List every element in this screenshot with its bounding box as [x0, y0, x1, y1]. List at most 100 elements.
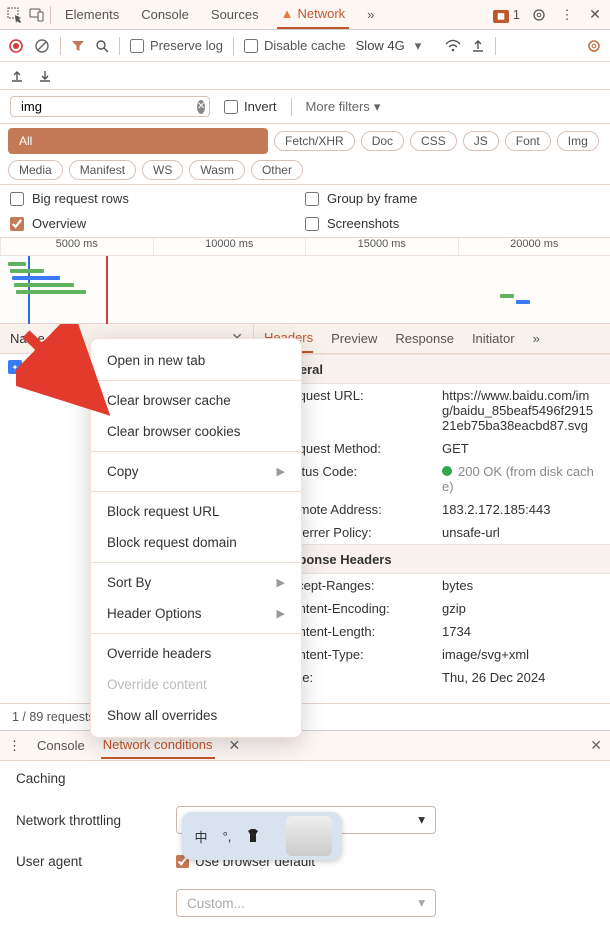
type-js[interactable]: JS	[463, 131, 499, 151]
preserve-log-checkbox[interactable]: Preserve log	[130, 38, 223, 53]
type-font[interactable]: Font	[505, 131, 551, 151]
dtab-response[interactable]: Response	[395, 325, 454, 352]
divider	[495, 37, 496, 55]
gear-icon[interactable]	[530, 6, 548, 24]
type-css[interactable]: CSS	[410, 131, 457, 151]
record-icon[interactable]	[8, 38, 24, 54]
invert-checkbox[interactable]: Invert	[224, 99, 277, 114]
type-manifest[interactable]: Manifest	[69, 160, 136, 180]
req-bar	[500, 294, 514, 298]
chevron-right-icon: ▶	[277, 576, 285, 589]
close-drawer-icon[interactable]: ✕	[590, 737, 602, 754]
kebab-icon[interactable]: ⋮	[8, 738, 21, 754]
clear-filter-icon[interactable]: ✕	[197, 100, 205, 114]
device-icon[interactable]	[28, 6, 46, 24]
screenshots-checkbox[interactable]: Screenshots	[305, 216, 600, 231]
ime-lang-icon[interactable]: 中	[192, 827, 210, 845]
cm-copy[interactable]: Copy▶	[91, 456, 301, 487]
close-tab-icon[interactable]: ✕	[229, 737, 241, 754]
separator	[91, 633, 301, 634]
filter-input-box[interactable]: ✕	[10, 96, 210, 117]
type-all[interactable]: All	[8, 128, 268, 154]
error-badge[interactable]: ◼ 1	[493, 7, 520, 22]
filter-input[interactable]	[21, 99, 197, 114]
tab-network[interactable]: ▲Network	[277, 0, 350, 29]
type-wasm[interactable]: Wasm	[189, 160, 245, 180]
k: Content-Encoding:	[282, 601, 442, 616]
general-section[interactable]: ▾General	[254, 354, 610, 384]
cm-clear-cookies[interactable]: Clear browser cookies	[91, 416, 301, 447]
dtab-preview[interactable]: Preview	[331, 325, 377, 352]
dtab-overflow[interactable]: »	[533, 325, 540, 352]
tab-elements[interactable]: Elements	[61, 0, 123, 29]
k: Accept-Ranges:	[282, 578, 442, 593]
devtools-topbar: Elements Console Sources ▲Network » ◼ 1 …	[0, 0, 610, 30]
type-img[interactable]: Img	[557, 131, 599, 151]
cm-clear-cache[interactable]: Clear browser cache	[91, 385, 301, 416]
close-icon[interactable]: ✕	[586, 6, 604, 24]
cm-show-overrides[interactable]: Show all overrides	[91, 700, 301, 731]
separator	[91, 562, 301, 563]
ime-shirt-icon[interactable]	[244, 827, 262, 845]
ime-punct-icon[interactable]: °,	[218, 827, 236, 845]
import-icon[interactable]	[38, 69, 52, 83]
filter-icon[interactable]	[71, 39, 85, 53]
ua-select[interactable]: Custom...▾	[176, 889, 436, 917]
cm-block-domain[interactable]: Block request domain	[91, 527, 301, 558]
ime-mascot-icon	[286, 816, 332, 856]
inspect-icon[interactable]	[6, 6, 24, 24]
type-ws[interactable]: WS	[142, 160, 183, 180]
type-other[interactable]: Other	[251, 160, 303, 180]
kebab-icon[interactable]: ⋮	[558, 6, 576, 24]
disable-cache-checkbox[interactable]: Disable cache	[244, 38, 346, 53]
context-menu: Open in new tab Clear browser cache Clea…	[90, 338, 302, 738]
cm-open-new-tab[interactable]: Open in new tab	[91, 345, 301, 376]
separator	[91, 451, 301, 452]
clear-icon[interactable]	[34, 38, 50, 54]
cm-header-options[interactable]: Header Options▶	[91, 598, 301, 629]
type-doc[interactable]: Doc	[361, 131, 404, 151]
k: Request URL:	[282, 388, 442, 433]
chevron-right-icon: ▶	[277, 607, 285, 620]
chevron-down-icon[interactable]: ▾	[415, 38, 422, 54]
dtab-initiator[interactable]: Initiator	[472, 325, 515, 352]
export-icon[interactable]	[10, 69, 24, 83]
more-filters[interactable]: More filters ▾	[306, 99, 381, 115]
k: Request Method:	[282, 441, 442, 456]
divider	[291, 98, 292, 116]
type-fetchxhr[interactable]: Fetch/XHR	[274, 131, 355, 151]
v: 183.2.172.185:443	[442, 502, 600, 517]
status-text: 200 OK (from disk cache)	[442, 464, 594, 494]
kv-address: Remote Address:183.2.172.185:443	[254, 498, 610, 521]
error-icon: ◼	[493, 10, 509, 23]
response-headers-section[interactable]: ▾Response Headers	[254, 544, 610, 574]
cm-sort-by[interactable]: Sort By▶	[91, 567, 301, 598]
cm-block-url[interactable]: Block request URL	[91, 496, 301, 527]
tab-sources[interactable]: Sources	[207, 0, 263, 29]
group-frame-checkbox[interactable]: Group by frame	[305, 191, 600, 206]
preserve-log-label: Preserve log	[150, 38, 223, 53]
disable-cache-label: Disable cache	[264, 38, 346, 53]
cm-override-headers[interactable]: Override headers	[91, 638, 301, 669]
network-settings-icon[interactable]	[586, 38, 602, 54]
kv-referrer: Referrer Policy:unsafe-url	[254, 521, 610, 544]
type-media[interactable]: Media	[8, 160, 63, 180]
overview-checkbox[interactable]: Overview	[10, 216, 305, 231]
overview-label: Overview	[32, 216, 86, 231]
overview-timeline[interactable]: 5000 ms 10000 ms 15000 ms 20000 ms	[0, 238, 610, 324]
upload-icon[interactable]	[471, 39, 485, 53]
type-filter-row: All Fetch/XHR Doc CSS JS Font Img Media …	[0, 124, 610, 185]
req-bar	[516, 300, 530, 304]
ime-toolbar[interactable]: 中 °,	[182, 812, 342, 860]
wifi-icon[interactable]	[445, 39, 461, 53]
req-bar	[16, 290, 86, 294]
throttle-select[interactable]: Slow 4G	[356, 38, 405, 53]
drawer-tab-console[interactable]: Console	[35, 733, 87, 758]
timeline-body	[0, 256, 610, 324]
panel-tabs: Elements Console Sources ▲Network »	[61, 0, 378, 29]
tabs-overflow[interactable]: »	[363, 0, 378, 29]
big-rows-checkbox[interactable]: Big request rows	[10, 191, 305, 206]
divider	[119, 37, 120, 55]
search-icon[interactable]	[95, 39, 109, 53]
tab-console[interactable]: Console	[137, 0, 193, 29]
